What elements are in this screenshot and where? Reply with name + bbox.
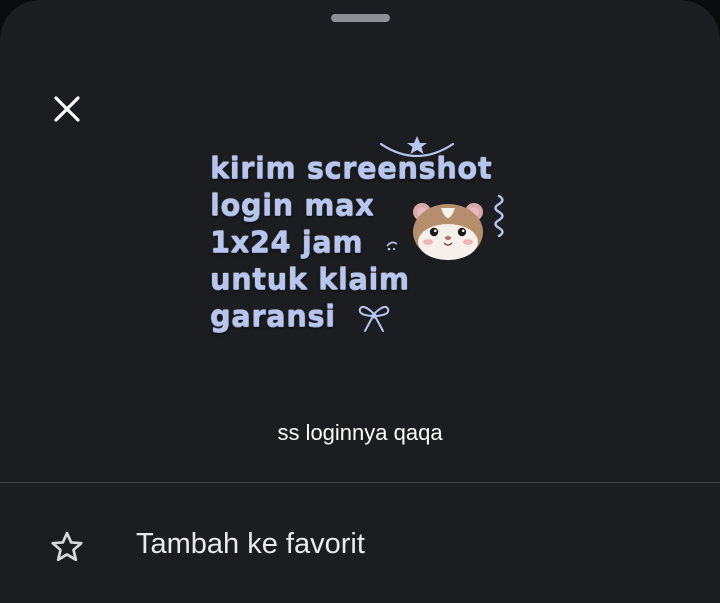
drag-handle[interactable]	[331, 14, 390, 22]
bottom-sheet: kirim screenshot login max 1x24 jam untu…	[0, 0, 720, 603]
close-button[interactable]	[46, 88, 88, 130]
divider	[0, 482, 720, 483]
image-caption: ss loginnya qaqa	[277, 420, 443, 445]
hamster-icon	[413, 203, 483, 260]
star-outline-icon	[51, 531, 83, 562]
add-to-favorites-item[interactable]: Tambah ke favorit	[0, 490, 720, 600]
sticker-text-line: garansi	[210, 299, 336, 333]
menu-item-label: Tambah ke favorit	[136, 528, 365, 560]
sticker-text-line: kirim screenshot	[210, 151, 493, 185]
sticker-text-line: login max	[210, 188, 375, 222]
sparkle-icon	[494, 194, 504, 238]
sticker-text-line: untuk klaim	[210, 262, 410, 296]
sparkle-icon	[386, 241, 398, 251]
close-icon	[54, 96, 80, 122]
sticker-text-line: 1x24 jam	[210, 225, 364, 259]
ribbon-icon	[358, 305, 390, 332]
sticker-image: kirim screenshot login max 1x24 jam untu…	[205, 130, 515, 345]
